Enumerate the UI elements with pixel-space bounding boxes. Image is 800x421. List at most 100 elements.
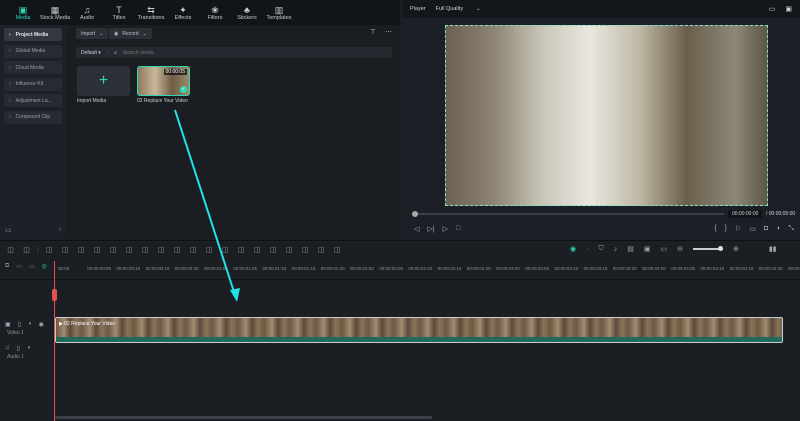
subtitle-icon[interactable]: ▭ [660,245,667,253]
zoom-slider[interactable] [692,246,723,251]
ruler-tick-label: 00:00:04:05 [671,266,695,271]
sidebar-item[interactable]: › Adjustment La... [4,94,62,108]
play-icon[interactable]: ▷ [443,225,448,233]
mic-icon[interactable]: ♪ [614,246,618,253]
cut-icon[interactable]: ◫ [92,246,103,254]
ruler-tick-label: 00:00 [58,266,70,271]
eye-icon[interactable]: ◉ [39,321,44,328]
audio-adjust-icon[interactable]: ◫ [268,246,279,254]
sidebar-item[interactable]: › Cloud Media [4,61,62,75]
timeline-video-clip[interactable]: ▶ 02 Replace Your Video [55,317,783,343]
media-clip-thumbnail[interactable]: 00:00:05 ✓ [137,66,190,96]
pip-icon[interactable]: ▣ [644,245,651,253]
ruler-tick-label: 00:00:00:15 [145,266,170,271]
tab-effects[interactable]: ✦ Effects [168,0,198,25]
zoom-out-icon[interactable]: ⊖ [677,245,683,253]
layout-icon[interactable]: ▭ [769,5,776,13]
split-icon[interactable]: ◫ [300,246,311,254]
more-icon[interactable]: ⋯ [385,28,392,36]
record-dropdown[interactable]: ◉ Record ⌄ [109,28,152,39]
timeline-ruler[interactable]: 00:00 00:00:00:05 00:00:00:10 00:00:00:15 00… [55,261,800,277]
volume-icon[interactable]: ◖ [776,225,780,233]
fit-icon[interactable]: ◫ [236,246,247,254]
silence-icon[interactable]: ◫ [316,246,327,254]
speed-icon[interactable]: ◫ [172,246,183,254]
tab-transitions[interactable]: ⇆ Transitions [136,0,166,25]
mark-out-icon[interactable]: } [725,225,727,233]
mask-icon[interactable]: ◫ [204,246,215,254]
tab-titles[interactable]: T Titles [104,0,134,25]
previous-frame-icon[interactable]: ◁ [414,225,419,233]
delete-icon[interactable]: ◫ [76,246,87,254]
timer-icon[interactable]: ◫ [220,246,231,254]
sidebar-item[interactable]: › Project Media [4,28,62,41]
import-media-tile[interactable]: + [77,66,130,96]
grid-icon[interactable]: ◫ [5,246,16,254]
filter-icon[interactable]: ⊤ [370,28,376,36]
tab-label: Stock Media [39,14,71,21]
fullscreen-icon[interactable]: ⤡ [788,225,794,233]
folder-icon[interactable]: ▯ [17,345,20,352]
sidebar-item[interactable]: › Influence Kit [4,77,62,91]
play-frame-icon[interactable]: ▷| [427,225,434,233]
audio-track-icon: ♫ [5,345,10,351]
mark-in-icon[interactable]: { [714,225,716,233]
snap-icon[interactable]: ◎ [42,263,47,270]
render-icon[interactable]: ⚐ [735,225,741,233]
crop-icon[interactable]: ◫ [108,246,119,254]
snapshot-icon[interactable]: ▣ [785,5,792,13]
shape-icon[interactable]: ◫ [140,246,151,254]
display-icon[interactable]: ▭ [749,225,756,233]
mute-icon[interactable]: ◖ [28,321,32,328]
undo-icon[interactable]: ◫ [44,246,55,254]
record-voice-icon[interactable]: · [586,246,588,253]
keyframe-icon[interactable]: ◫ [252,246,263,254]
lock-icon[interactable]: ▭ [29,263,35,270]
sidebar-item-label: Compound Clip [15,114,51,121]
link-clip-icon[interactable]: ◫ [332,246,343,254]
mute-icon[interactable]: ◖ [27,345,31,352]
sort-label: Default [81,49,97,56]
collapse-icon[interactable]: ‹ [59,226,61,234]
tab-label: Templates [266,14,292,21]
folder-icon[interactable]: ▯ [18,321,21,328]
sort-dropdown[interactable]: Default ▾ [81,50,101,56]
stickers-icon: ♣ [244,4,250,15]
filters-icon: ❀ [211,4,219,15]
ruler-tick-label: 00:00:00:20 [174,266,199,271]
tab-stock-media[interactable]: ▦ Stock Media [40,0,70,25]
quality-dropdown[interactable]: Full Quality ⌄ [436,6,481,12]
audio-icon: ♫ [83,4,91,15]
search-input[interactable] [122,48,323,57]
link-icon[interactable]: ▭ [16,263,22,270]
select-icon[interactable]: ◫ [21,246,32,254]
sticker-icon[interactable]: ▤ [627,245,634,253]
marker-icon[interactable]: ⛉ [598,245,603,253]
add-track-icon[interactable]: ⧉ [5,263,9,270]
tab-templates[interactable]: ▥ Templates [264,0,294,25]
ruler-tick-label: 00:00:02:15 [437,266,462,271]
redo-icon[interactable]: ◫ [60,246,71,254]
new-folder-icon[interactable]: ▭ [5,226,12,234]
tab-audio[interactable]: ♫ Audio [72,0,102,25]
import-dropdown[interactable]: Import ⌄ [76,28,109,39]
stock-media-icon: ▦ [50,4,60,15]
timeline-scrollbar[interactable] [55,416,432,419]
sidebar-item[interactable]: › Global Media [4,44,62,58]
transitions-icon: ⇆ [147,4,155,15]
tab-filters[interactable]: ❀ Filters [200,0,230,25]
tab-media[interactable]: ▣ Media [8,0,38,25]
stop-icon[interactable]: □ [456,225,460,233]
text-icon[interactable]: ◫ [124,246,135,254]
layout-icon[interactable]: ▮▮ [769,245,777,253]
progress-slider[interactable] [412,211,724,217]
palette-icon[interactable]: ◫ [188,246,199,254]
import-media-label: Import Media [77,98,107,104]
color-icon[interactable]: ◫ [156,246,167,254]
tab-stickers[interactable]: ♣ Stickers [232,0,262,25]
group-icon[interactable]: ◫ [284,246,295,254]
ai-icon[interactable]: ◉ [570,245,576,253]
camera-icon[interactable]: ◘ [764,225,768,233]
zoom-in-icon[interactable]: ⊕ [733,245,739,253]
sidebar-item[interactable]: › Compound Clip [4,110,62,124]
